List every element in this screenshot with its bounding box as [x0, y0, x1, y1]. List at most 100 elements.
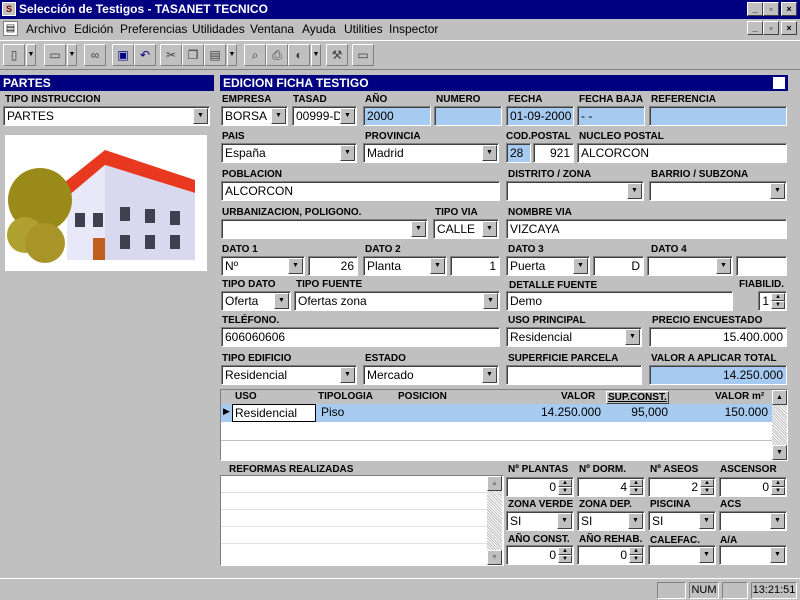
cut-icon[interactable]: ✂ [160, 44, 182, 66]
detalle-fuente-field[interactable]: Demo [506, 291, 733, 311]
empresa-select[interactable]: BORSA ▼ [221, 106, 288, 126]
chevron-down-icon[interactable]: ▼ [770, 547, 785, 563]
valor-aplicar-field[interactable]: 14.250.000 [649, 365, 787, 385]
chevron-down-icon[interactable]: ▼ [770, 513, 785, 529]
distrito-select[interactable]: ▼ [506, 181, 644, 201]
acs-select[interactable]: ▼ [719, 511, 787, 531]
dato1-type-select[interactable]: Nº ▼ [221, 256, 305, 276]
grid-col-posicion[interactable]: POSICION [398, 391, 447, 402]
calefac-select[interactable]: ▼ [648, 545, 716, 565]
spin-down-icon[interactable]: ▼ [771, 301, 785, 309]
close-button[interactable]: × [781, 2, 797, 16]
chevron-down-icon[interactable]: ▼ [627, 183, 642, 199]
grid-col-sup-const[interactable]: SUP.CONST. [606, 391, 669, 404]
find-icon[interactable]: ⌕ [244, 44, 266, 66]
chat-icon[interactable]: ◐ [288, 44, 310, 66]
spin-up-icon[interactable]: ▲ [558, 547, 572, 555]
tipo-dato-select[interactable]: Oferta ▼ [221, 291, 291, 311]
grid-col-tipologia[interactable]: TIPOLOGIA [318, 391, 373, 402]
tipo-instruccion-select[interactable]: PARTES ▼ [3, 106, 210, 126]
numero-field[interactable] [434, 106, 502, 126]
paste-dropdown[interactable]: ▼ [227, 44, 237, 66]
scroll-up-icon[interactable]: ▲ [772, 390, 787, 405]
chevron-down-icon[interactable]: ▼ [573, 258, 588, 274]
chevron-down-icon[interactable]: ▼ [482, 367, 497, 383]
spin-up-icon[interactable]: ▲ [771, 479, 785, 487]
anio-rehab-spinner[interactable]: 0 ▲ ▼ [577, 545, 645, 565]
table-row[interactable]: ▶ Residencial Piso 14.250.000 95,000 150… [221, 404, 772, 422]
n-aseos-spinner[interactable]: 2 ▲ ▼ [648, 477, 716, 497]
menu-preferencias[interactable]: Preferencias [120, 22, 187, 36]
doc-minimize-button[interactable]: _ [747, 21, 763, 35]
fecha-baja-field[interactable]: - - [577, 106, 645, 126]
dato2-field[interactable]: 1 [450, 256, 500, 276]
nombre-via-field[interactable]: VIZCAYA [506, 219, 787, 239]
spin-down-icon[interactable]: ▼ [629, 555, 643, 563]
link-icon[interactable]: ∞ [84, 44, 106, 66]
new-dropdown[interactable]: ▼ [26, 44, 36, 66]
grid-col-valor[interactable]: VALOR [561, 391, 595, 402]
chevron-down-icon[interactable]: ▼ [340, 145, 355, 161]
restore-button[interactable]: ▫ [763, 2, 779, 16]
undo-icon[interactable]: ↶ [134, 44, 156, 66]
spin-down-icon[interactable]: ▼ [629, 487, 643, 495]
ascensor-spinner[interactable]: 0 ▲ ▼ [719, 477, 787, 497]
provincia-select[interactable]: Madrid ▼ [363, 143, 499, 163]
dato3-type-select[interactable]: Puerta ▼ [506, 256, 590, 276]
uso-principal-select[interactable]: Residencial ▼ [506, 327, 642, 347]
referencia-field[interactable] [649, 106, 787, 126]
reformas-scrollbar[interactable]: ▲ ▼ [487, 476, 502, 565]
window-icon[interactable]: ▭ [352, 44, 374, 66]
spin-down-icon[interactable]: ▼ [771, 487, 785, 495]
grid-col-valor-m2[interactable]: VALOR m² [715, 391, 764, 402]
chevron-down-icon[interactable]: ▼ [625, 329, 640, 345]
chevron-down-icon[interactable]: ▼ [430, 258, 445, 274]
paste-icon[interactable]: ▤ [204, 44, 226, 66]
spin-up-icon[interactable]: ▲ [771, 293, 785, 301]
spin-down-icon[interactable]: ▼ [558, 487, 572, 495]
chevron-down-icon[interactable]: ▼ [274, 293, 289, 309]
tipo-via-select[interactable]: CALLE ▼ [433, 219, 499, 239]
grid-col-uso[interactable]: USO [235, 391, 257, 402]
doc-close-button[interactable]: × [781, 21, 797, 35]
chevron-down-icon[interactable]: ▼ [482, 221, 497, 237]
fiabilid-spinner[interactable]: 1 ▲ ▼ [758, 291, 787, 311]
tipo-fuente-select[interactable]: Ofertas zona ▼ [294, 291, 500, 311]
urbanizacion-select[interactable]: ▼ [221, 219, 428, 239]
chevron-down-icon[interactable]: ▼ [628, 513, 643, 529]
telefono-field[interactable]: 606060606 [221, 327, 500, 347]
scroll-up-icon[interactable]: ▲ [487, 476, 502, 491]
open-dropdown[interactable]: ▼ [67, 44, 77, 66]
anio-field[interactable]: 2000 [363, 106, 431, 126]
chevron-down-icon[interactable]: ▼ [340, 108, 355, 124]
menu-ayuda[interactable]: Ayuda [302, 22, 336, 36]
cod-postal-field[interactable]: 921 [533, 143, 574, 163]
poblacion-field[interactable]: ALCORCON [221, 181, 500, 201]
scroll-down-icon[interactable]: ▼ [487, 550, 502, 565]
menu-utilidades[interactable]: Utilidades [192, 22, 245, 36]
minimize-button[interactable]: _ [747, 2, 763, 16]
piscina-select[interactable]: SI ▼ [648, 511, 716, 531]
zona-verde-select[interactable]: SI ▼ [506, 511, 574, 531]
menu-inspector[interactable]: Inspector [389, 22, 438, 36]
n-plantas-spinner[interactable]: 0 ▲ ▼ [506, 477, 574, 497]
grid-cell-valor[interactable]: 14.250.000 [511, 405, 601, 419]
grid-cell-tipologia[interactable]: Piso [321, 405, 344, 419]
chevron-down-icon[interactable]: ▼ [340, 367, 355, 383]
menu-utilities[interactable]: Utilities [344, 22, 383, 36]
menu-ventana[interactable]: Ventana [250, 22, 294, 36]
chevron-down-icon[interactable]: ▼ [557, 513, 572, 529]
print-icon[interactable]: ⎙ [266, 44, 288, 66]
scroll-down-icon[interactable]: ▼ [772, 445, 787, 460]
chevron-down-icon[interactable]: ▼ [288, 258, 303, 274]
spin-up-icon[interactable]: ▲ [558, 479, 572, 487]
spin-up-icon[interactable]: ▲ [700, 479, 714, 487]
zona-dep-select[interactable]: SI ▼ [577, 511, 645, 531]
dato4-field[interactable] [736, 256, 787, 276]
grid-cell-sup-const[interactable]: 95,000 [606, 405, 668, 419]
chat-dropdown[interactable]: ▼ [311, 44, 321, 66]
anio-const-spinner[interactable]: 0 ▲ ▼ [506, 545, 574, 565]
chevron-down-icon[interactable]: ▼ [411, 221, 426, 237]
menu-edicion[interactable]: Edición [74, 22, 113, 36]
chevron-down-icon[interactable]: ▼ [699, 513, 714, 529]
